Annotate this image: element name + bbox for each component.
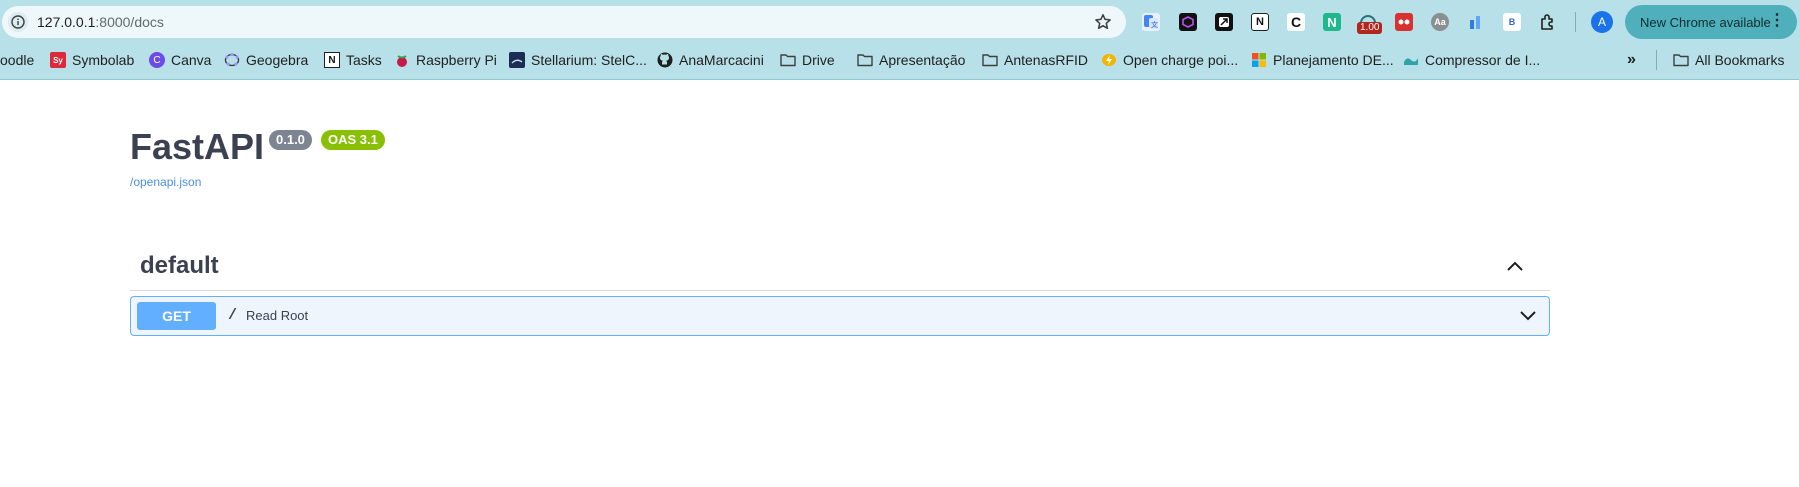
bookmark-item[interactable]: Apresentação (857, 50, 965, 70)
http-method-badge: GET (137, 302, 216, 330)
stellarium-icon (509, 52, 525, 68)
compressor-icon (1403, 52, 1419, 68)
bookmark-label: AntenasRFID (1004, 52, 1089, 68)
bookmark-label: Tasks (346, 52, 382, 68)
browser-toolbar: 127.0.0.1:8000/docs 文 N C N 1.00 Aa B A … (0, 0, 1799, 44)
oas-badge: OAS 3.1 (321, 130, 385, 150)
extension-aa-icon[interactable]: Aa (1431, 13, 1449, 31)
bookmark-label: Open charge poi... (1123, 52, 1239, 68)
folder-icon (1673, 52, 1689, 68)
address-bar[interactable]: 127.0.0.1:8000/docs (2, 6, 1126, 38)
bookmarks-separator (1656, 50, 1657, 70)
extension-arrow-icon[interactable] (1215, 13, 1233, 31)
extension-blue-icon[interactable] (1467, 13, 1485, 31)
url-host: 127.0.0.1 (37, 14, 96, 30)
notion-icon: N (324, 52, 340, 68)
tag-section-default[interactable]: default (130, 244, 1550, 291)
google-translate-icon[interactable]: 文 (1142, 13, 1160, 31)
bookmarks-bar: oodle Sy Symbolab C Canva Geogebra N Tas… (0, 44, 1799, 76)
bookmark-item[interactable]: AntenasRFID (982, 50, 1088, 70)
openchargemap-icon (1101, 52, 1117, 68)
bookmark-label: Raspberry Pi (416, 52, 497, 68)
bookmark-item[interactable]: N Tasks (324, 50, 382, 70)
symbolab-icon: Sy (50, 52, 66, 68)
api-title: FastAPI (130, 126, 265, 167)
bookmark-label: Symbolab (72, 52, 135, 68)
bookmark-label: AnaMarcacini (679, 52, 764, 68)
extension-badge: 1.00 (1357, 22, 1383, 34)
bookmark-label: All Bookmarks (1695, 52, 1785, 68)
bookmark-item[interactable]: AnaMarcacini (657, 50, 764, 70)
all-bookmarks-item[interactable]: All Bookmarks (1673, 50, 1784, 70)
extension-b-icon[interactable]: B (1503, 13, 1521, 31)
bookmark-label: Compressor de I... (1425, 52, 1541, 68)
bookmark-item[interactable]: Geogebra (224, 50, 308, 70)
operation-get-root[interactable]: GET / Read Root (130, 296, 1550, 336)
operation-path: / (228, 307, 238, 324)
bookmark-item[interactable]: Compressor de I... (1403, 50, 1540, 70)
bookmark-item[interactable]: C Canva (149, 50, 211, 70)
menu-kebab-icon[interactable]: ⋮ (1769, 13, 1785, 29)
url-path: :8000/docs (95, 14, 164, 30)
raspberry-icon (394, 52, 410, 68)
tag-title: default (140, 252, 219, 279)
collapse-chevron-up-icon[interactable] (1506, 260, 1524, 272)
canva-icon: C (149, 52, 165, 68)
bookmark-item[interactable]: Open charge poi... (1101, 50, 1238, 70)
version-badge: 0.1.0 (269, 130, 312, 150)
github-icon (657, 52, 673, 68)
geogebra-icon (224, 52, 240, 68)
more-bookmarks-chevron-icon[interactable]: » (1627, 50, 1636, 70)
bookmark-item[interactable]: Stellarium: StelC... (509, 50, 647, 70)
profile-avatar[interactable]: A (1591, 11, 1613, 33)
update-label: New Chrome available (1640, 14, 1771, 30)
bookmark-label: Apresentação (879, 52, 966, 68)
bookmark-label: Planejamento DE... (1273, 52, 1394, 68)
bookmark-label: Drive (802, 52, 835, 68)
folder-icon (982, 52, 998, 68)
notion-extension-icon[interactable]: N (1251, 13, 1269, 31)
new-chrome-available-button[interactable]: New Chrome available ⋮ (1625, 5, 1797, 39)
folder-icon (857, 52, 873, 68)
bookmark-label: Geogebra (246, 52, 309, 68)
extension-n-green-icon[interactable]: N (1323, 13, 1341, 31)
bookmark-item[interactable]: Planejamento DE... (1251, 50, 1394, 70)
bookmark-item[interactable]: Raspberry Pi (394, 50, 497, 70)
url-text[interactable]: 127.0.0.1:8000/docs (37, 14, 164, 30)
folder-icon (780, 52, 796, 68)
bookmark-star-icon[interactable] (1094, 13, 1112, 31)
svg-text:文: 文 (1151, 20, 1159, 29)
site-info-icon[interactable] (8, 12, 28, 32)
bookmark-item[interactable]: Drive (780, 50, 835, 70)
bookmark-label: Canva (171, 52, 212, 68)
extension-red-icon[interactable] (1395, 13, 1413, 31)
openapi-json-link[interactable]: /openapi.json (130, 175, 201, 189)
microsoft-icon (1251, 52, 1267, 68)
bookmark-label: Stellarium: StelC... (531, 52, 647, 68)
bookmark-label: oodle (0, 52, 35, 68)
extension-hex-icon[interactable] (1179, 13, 1197, 31)
bookmark-item[interactable]: Sy Symbolab (50, 50, 134, 70)
operation-summary: Read Root (246, 308, 309, 323)
expand-chevron-down-icon[interactable] (1519, 309, 1537, 321)
extension-c-icon[interactable]: C (1287, 13, 1305, 31)
extensions-puzzle-icon[interactable] (1539, 13, 1557, 31)
toolbar-separator (1575, 12, 1576, 32)
bookmark-item[interactable]: oodle (0, 50, 34, 70)
browser-chrome: 127.0.0.1:8000/docs 文 N C N 1.00 Aa B A … (0, 0, 1799, 80)
